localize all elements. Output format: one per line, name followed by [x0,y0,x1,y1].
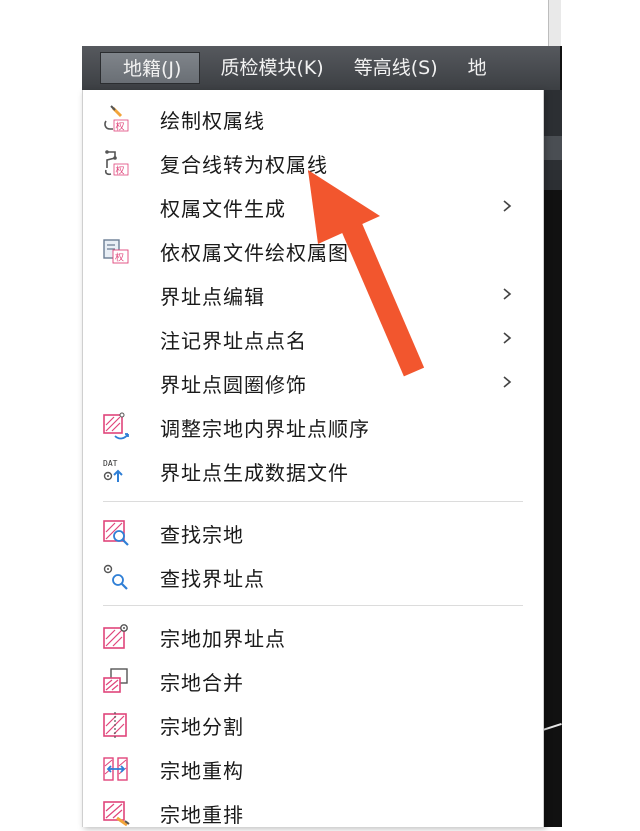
menu-item-rearrange-parcel[interactable]: 宗地重排 [83,793,543,831]
parcel-rearrange-icon [103,801,130,827]
menu-item-boundary-point-edit[interactable]: 界址点编辑 [83,275,543,313]
find-point-icon [103,564,128,590]
svg-text:权: 权 [116,165,125,177]
menu-item-label: 宗地加界址点 [160,627,286,651]
parcel-merge-icon [103,668,128,693]
menu-item-label: 注记界址点点名 [160,329,307,353]
menu-item-merge-parcels[interactable]: 宗地合并 [83,661,543,699]
menu-item-label: 宗地重排 [160,803,244,827]
menubar: 地籍(J) 质检模块(K) 等高线(S) 地 [82,46,560,90]
menu-item-find-boundary-point[interactable]: 查找界址点 [83,557,543,595]
polyline-convert-icon: 权 [104,150,129,177]
app-background [560,46,640,827]
menu-item-label: 界址点圆圈修饰 [160,373,307,397]
dat-export-icon: DAT [103,459,123,482]
menu-item-label: 复合线转为权属线 [160,153,328,177]
menu-tab-denggaoxian[interactable]: 等高线(S) [344,52,448,84]
menu-item-label: 界址点编辑 [160,285,265,309]
svg-text:DAT: DAT [103,459,118,468]
menu-tab-diji[interactable]: 地籍(J) [100,52,201,84]
menu-item-polyline-to-ownership[interactable]: 权 复合线转为权属线 [83,143,543,181]
chevron-right-icon [503,332,512,344]
menu-separator [103,501,523,502]
find-parcel-icon [103,520,129,546]
menu-item-rebuild-parcel[interactable]: 宗地重构 [83,749,543,787]
diji-dropdown-menu: 权 绘制权属线 权 复合线转为权属线 权属文件生成 权 依权属文件绘权属图 界址… [82,90,544,827]
chevron-right-icon [503,200,512,212]
parcel-rebuild-icon [103,757,128,781]
window-chrome-edge [548,0,561,46]
svg-text:权: 权 [115,252,124,264]
chevron-right-icon [503,376,512,388]
menu-item-label: 宗地重构 [160,759,244,783]
parcel-add-point-icon [103,624,128,649]
menu-tab-zhijian[interactable]: 质检模块(K) [210,52,333,84]
menu-item-label: 查找宗地 [160,523,244,547]
menu-item-label: 依权属文件绘权属图 [160,241,349,265]
svg-text:权: 权 [116,121,125,133]
menu-item-point-circle-decorate[interactable]: 界址点圆圈修饰 [83,363,543,401]
menu-item-add-boundary-point[interactable]: 宗地加界址点 [83,617,543,655]
menu-tab-di[interactable]: 地 [458,52,497,84]
menu-item-generate-ownership-file[interactable]: 权属文件生成 [83,187,543,225]
menu-item-draw-ownership-line[interactable]: 权 绘制权属线 [83,99,543,137]
menu-item-label: 宗地分割 [160,715,244,739]
parcel-reorder-icon [103,412,129,440]
menu-item-draw-ownership-map[interactable]: 权 依权属文件绘权属图 [83,231,543,269]
parcel-split-icon [103,712,127,738]
chevron-right-icon [503,288,512,300]
menu-item-label: 界址点生成数据文件 [160,461,349,485]
menu-item-label: 查找界址点 [160,567,265,591]
menu-item-split-parcel[interactable]: 宗地分割 [83,705,543,743]
menu-item-points-to-datafile[interactable]: DAT 界址点生成数据文件 [83,451,543,489]
menu-item-find-parcel[interactable]: 查找宗地 [83,513,543,551]
menu-item-annotate-point-name[interactable]: 注记界址点点名 [83,319,543,357]
menu-item-reorder-points[interactable]: 调整宗地内界址点顺序 [83,407,543,445]
pencil-ownership-icon: 权 [104,105,129,133]
menu-item-label: 权属文件生成 [160,197,286,221]
menu-item-label: 宗地合并 [160,671,244,695]
menu-separator [103,605,523,606]
menu-item-label: 绘制权属线 [160,109,265,133]
menu-item-label: 调整宗地内界址点顺序 [160,417,370,441]
ownership-map-icon: 权 [103,239,129,264]
